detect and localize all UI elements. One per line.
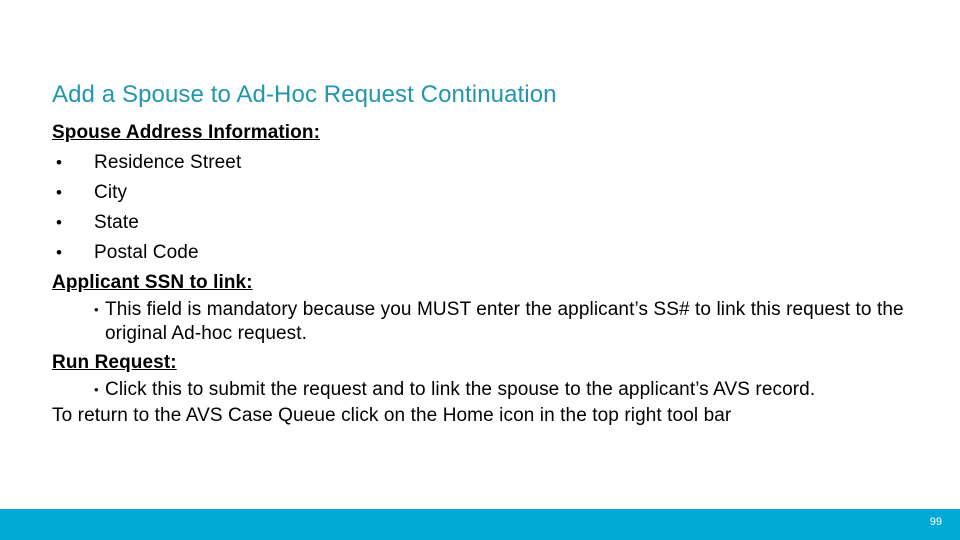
- heading-spouse-address-information: Spouse Address Information:: [52, 122, 321, 143]
- footer-bar: 99: [0, 509, 960, 540]
- list-item-label: This field is mandatory because you MUST…: [105, 299, 904, 344]
- list-item: • Residence Street: [52, 148, 928, 178]
- list-item: • Click this to submit the request and t…: [52, 378, 928, 402]
- bullet-icon: •: [56, 213, 63, 232]
- page-number: 99: [929, 516, 942, 528]
- list-item: • This field is mandatory because you MU…: [52, 298, 928, 346]
- bullet-icon: •: [94, 302, 99, 317]
- list-item-label: Residence Street: [94, 152, 242, 173]
- bullet-icon: •: [56, 153, 63, 172]
- heading-applicant-ssn-to-link: Applicant SSN to link:: [52, 272, 253, 293]
- bullet-icon: •: [94, 382, 99, 397]
- list-item-label: Postal Code: [94, 242, 199, 263]
- list-item-label: Click this to submit the request and to …: [105, 379, 816, 400]
- list-item: • State: [52, 208, 928, 238]
- list-item: • Postal Code: [52, 238, 928, 268]
- bullet-icon: •: [56, 183, 63, 202]
- slide-canvas: Add a Spouse to Ad-Hoc Request Continuat…: [0, 0, 960, 540]
- bullet-icon: •: [56, 243, 63, 262]
- list-item-label: City: [94, 182, 128, 203]
- slide-body: Spouse Address Information: • Residence …: [52, 118, 928, 428]
- list-item-label: State: [94, 212, 139, 233]
- list-item: • City: [52, 178, 928, 208]
- page-title: Add a Spouse to Ad-Hoc Request Continuat…: [52, 81, 557, 109]
- closing-paragraph: To return to the AVS Case Queue click on…: [52, 405, 732, 426]
- heading-run-request: Run Request:: [52, 352, 177, 373]
